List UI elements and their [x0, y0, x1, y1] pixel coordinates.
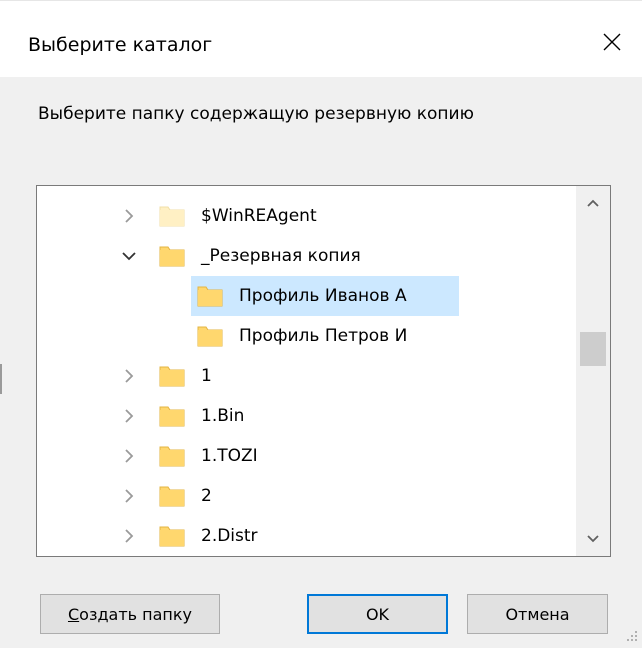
chevron-right-icon	[125, 369, 134, 383]
tree-item-label: 2	[201, 486, 212, 506]
tree-item-expander[interactable]	[121, 248, 137, 264]
folder-icon	[159, 205, 185, 227]
tree-item[interactable]: 1.Bin	[37, 396, 577, 436]
folder-icon	[159, 245, 185, 267]
create-folder-label: оздать папку	[79, 604, 193, 624]
tree-item-expander[interactable]	[121, 528, 137, 544]
chevron-right-icon	[125, 209, 134, 223]
chevron-down-icon	[587, 535, 599, 543]
tree-item-label: 2.Distr	[201, 526, 258, 546]
folder-icon	[197, 285, 223, 307]
cancel-label: Отмена	[505, 604, 570, 624]
tree-item-expander[interactable]	[121, 408, 137, 424]
select-folder-dialog: Выберите каталог Выберите папку содержащ…	[0, 0, 642, 648]
tree-item[interactable]: 2.Distr	[37, 516, 577, 556]
title-bar: Выберите каталог	[0, 1, 642, 77]
chevron-right-icon	[125, 489, 134, 503]
tree-item-label: Профиль Иванов А	[239, 286, 407, 306]
tree-item-label: Профиль Петров И	[239, 326, 408, 346]
tree-item-expander[interactable]	[121, 208, 137, 224]
chevron-down-icon	[122, 252, 136, 261]
folder-icon	[159, 365, 185, 387]
tree-item-label: $WinREAgent	[201, 206, 317, 226]
folder-icon	[159, 525, 185, 547]
folder-icon	[159, 485, 185, 507]
scroll-up-button[interactable]	[576, 186, 610, 220]
tree-item[interactable]: Профиль Иванов А	[37, 276, 577, 316]
folder-icon	[159, 405, 185, 427]
close-icon	[603, 33, 621, 51]
chevron-right-icon	[125, 449, 134, 463]
ok-label: OK	[365, 604, 390, 624]
dialog-prompt: Выберите папку содержащую резервную копи…	[38, 104, 474, 124]
dialog-title: Выберите каталог	[28, 34, 213, 56]
tree-item[interactable]: 1	[37, 356, 577, 396]
folder-icon	[159, 445, 185, 467]
ok-button[interactable]: OK	[307, 594, 448, 634]
tree-item[interactable]: 1.TOZI	[37, 436, 577, 476]
tree-item-expander[interactable]	[121, 448, 137, 464]
vertical-scrollbar[interactable]	[576, 186, 610, 556]
tree-item[interactable]: 2	[37, 476, 577, 516]
close-button[interactable]	[582, 15, 642, 69]
chevron-right-icon	[125, 529, 134, 543]
scroll-down-button[interactable]	[576, 522, 610, 556]
folder-icon	[197, 325, 223, 347]
background-window-edge-left	[0, 364, 2, 394]
tree-item[interactable]: _Резервная копия	[37, 236, 577, 276]
scroll-thumb[interactable]	[580, 332, 606, 366]
tree-item-expander[interactable]	[121, 488, 137, 504]
cancel-button[interactable]: Отмена	[467, 594, 608, 634]
tree-item-label: 1	[201, 366, 212, 386]
chevron-up-icon	[587, 199, 599, 207]
tree-item-label: 1.Bin	[201, 406, 245, 426]
create-folder-mnemonic: С	[67, 604, 80, 624]
resize-grip-icon[interactable]	[626, 630, 638, 642]
create-folder-button[interactable]: Создать папку	[40, 594, 220, 634]
folder-tree[interactable]: $WinREAgent _Резервная копия Профиль Ивано…	[36, 185, 611, 557]
tree-item-expander[interactable]	[121, 368, 137, 384]
tree-item-label: 1.TOZI	[201, 446, 258, 466]
tree-item-label: _Резервная копия	[201, 246, 361, 266]
chevron-right-icon	[125, 409, 134, 423]
tree-item[interactable]: $WinREAgent	[37, 196, 577, 236]
tree-item[interactable]: Профиль Петров И	[37, 316, 577, 356]
